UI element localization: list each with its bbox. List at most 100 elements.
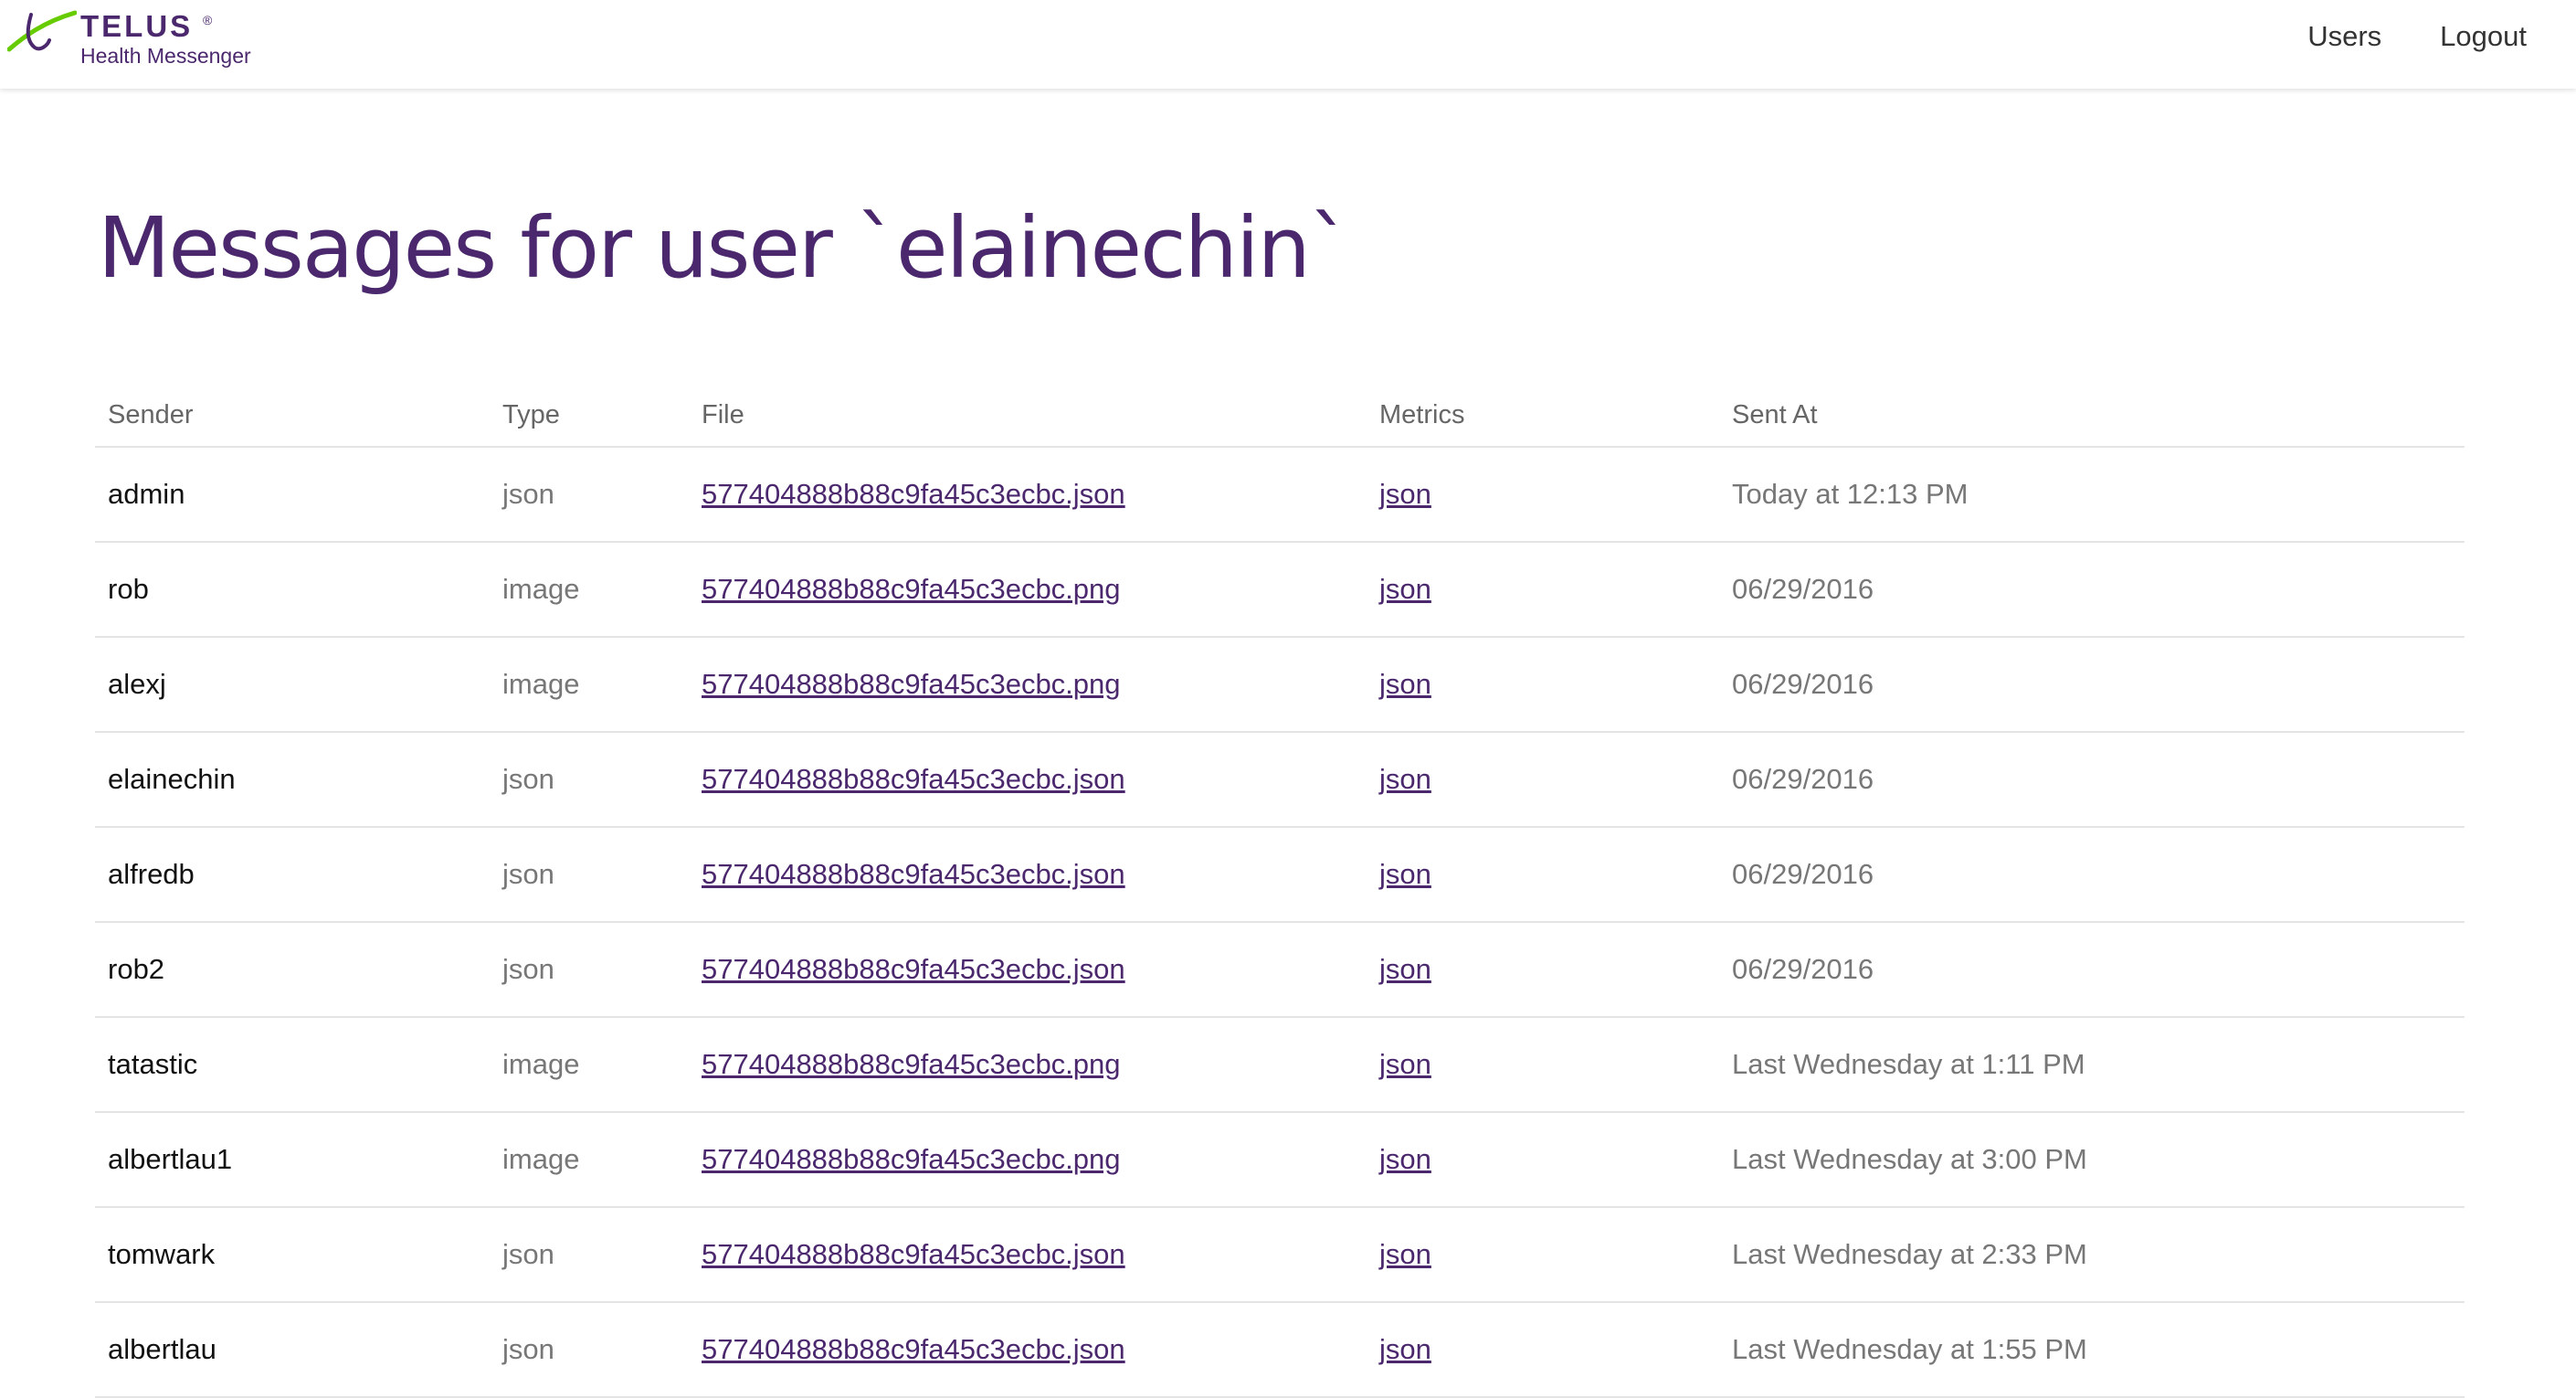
table-cell-sent-at: 06/29/2016 <box>1719 542 2465 638</box>
metrics-json-link[interactable]: json <box>1379 573 1431 605</box>
nav-users-link[interactable]: Users <box>2307 20 2381 53</box>
cell-sent-at: 06/29/2016 <box>1732 573 1874 605</box>
table-cell-type: json <box>490 1302 689 1398</box>
column-header-type: Type <box>490 384 689 448</box>
table-cell-type: json <box>490 827 689 923</box>
table-cell-metrics: json <box>1367 732 1719 828</box>
table-cell-metrics: json <box>1367 922 1719 1018</box>
table-row: alfredb json 577404888b88c9fa45c3ecbc.json… <box>95 827 2465 923</box>
cell-sender: rob <box>108 573 149 605</box>
file-link[interactable]: 577404888b88c9fa45c3ecbc.json <box>702 1238 1125 1270</box>
table-cell-type: image <box>490 637 689 733</box>
top-nav-links: Users Logout <box>2307 20 2527 53</box>
file-link[interactable]: 577404888b88c9fa45c3ecbc.png <box>702 1048 1121 1080</box>
file-link[interactable]: 577404888b88c9fa45c3ecbc.json <box>702 763 1125 795</box>
table-cell-file: 577404888b88c9fa45c3ecbc.png <box>689 1112 1367 1208</box>
table-cell-metrics: json <box>1367 827 1719 923</box>
table-row: admin json 577404888b88c9fa45c3ecbc.json js… <box>95 447 2465 543</box>
table-cell-file: 577404888b88c9fa45c3ecbc.png <box>689 542 1367 638</box>
column-header-sender: Sender <box>95 384 490 448</box>
nav-logout-link[interactable]: Logout <box>2440 20 2527 53</box>
cell-type: json <box>502 478 554 510</box>
column-header-file: File <box>689 384 1367 448</box>
metrics-json-link[interactable]: json <box>1379 1333 1431 1365</box>
table-row: tatastic image 577404888b88c9fa45c3ecbc.pn… <box>95 1017 2465 1113</box>
cell-sender: tatastic <box>108 1048 198 1080</box>
table-cell-type: json <box>490 922 689 1018</box>
file-link[interactable]: 577404888b88c9fa45c3ecbc.png <box>702 1143 1121 1175</box>
metrics-json-link[interactable]: json <box>1379 953 1431 985</box>
cell-sent-at: 06/29/2016 <box>1732 763 1874 795</box>
cell-sender: alexj <box>108 668 166 700</box>
table-cell-metrics: json <box>1367 542 1719 638</box>
table-cell-sent-at: 06/29/2016 <box>1719 922 2465 1018</box>
metrics-json-link[interactable]: json <box>1379 858 1431 890</box>
table-row: albertlau1 image 577404888b88c9fa45c3ecbc.… <box>95 1112 2465 1208</box>
table-cell-sent-at: 06/29/2016 <box>1719 732 2465 828</box>
table-cell-metrics: json <box>1367 1207 1719 1303</box>
table-cell-file: 577404888b88c9fa45c3ecbc.json <box>689 922 1367 1018</box>
table-row: tomwark json 577404888b88c9fa45c3ecbc.json… <box>95 1207 2465 1303</box>
brand-registered-mark: ® <box>203 13 213 27</box>
table-cell-sender: admin <box>95 447 490 543</box>
cell-sent-at: Last Wednesday at 2:33 PM <box>1732 1238 2087 1270</box>
table-cell-type: json <box>490 732 689 828</box>
table-cell-file: 577404888b88c9fa45c3ecbc.png <box>689 637 1367 733</box>
brand-name: TELUS <box>80 9 194 43</box>
table-cell-metrics: json <box>1367 1302 1719 1398</box>
table-cell-file: 577404888b88c9fa45c3ecbc.json <box>689 827 1367 923</box>
metrics-json-link[interactable]: json <box>1379 1143 1431 1175</box>
cell-sender: admin <box>108 478 185 510</box>
metrics-json-link[interactable]: json <box>1379 668 1431 700</box>
cell-sent-at: Today at 12:13 PM <box>1732 478 1969 510</box>
table-cell-metrics: json <box>1367 1017 1719 1113</box>
table-cell-sender: albertlau1 <box>95 1112 490 1208</box>
file-link[interactable]: 577404888b88c9fa45c3ecbc.json <box>702 478 1125 510</box>
table-cell-file: 577404888b88c9fa45c3ecbc.json <box>689 1207 1367 1303</box>
metrics-json-link[interactable]: json <box>1379 1048 1431 1080</box>
file-link[interactable]: 577404888b88c9fa45c3ecbc.json <box>702 858 1125 890</box>
cell-sent-at: Last Wednesday at 3:00 PM <box>1732 1143 2087 1175</box>
table-cell-sent-at: Last Wednesday at 1:11 PM <box>1719 1017 2465 1113</box>
cell-sent-at: 06/29/2016 <box>1732 858 1874 890</box>
messages-table-body: admin json 577404888b88c9fa45c3ecbc.json js… <box>95 447 2465 1398</box>
table-cell-sender: tomwark <box>95 1207 490 1303</box>
page-title: Messages for user `elainechin` <box>98 199 1351 297</box>
telus-logo-icon <box>7 10 77 52</box>
cell-sent-at: 06/29/2016 <box>1732 953 1874 985</box>
cell-type: json <box>502 1333 554 1365</box>
cell-sender: alfredb <box>108 858 195 890</box>
file-link[interactable]: 577404888b88c9fa45c3ecbc.png <box>702 668 1121 700</box>
table-cell-sender: alexj <box>95 637 490 733</box>
cell-type: json <box>502 953 554 985</box>
table-cell-type: json <box>490 1207 689 1303</box>
cell-sent-at: 06/29/2016 <box>1732 668 1874 700</box>
cell-type: json <box>502 763 554 795</box>
table-cell-type: image <box>490 542 689 638</box>
telus-logo[interactable]: TELUS ® Health Messenger <box>7 7 281 71</box>
cell-type: image <box>502 1048 580 1080</box>
file-link[interactable]: 577404888b88c9fa45c3ecbc.json <box>702 1333 1125 1365</box>
table-cell-metrics: json <box>1367 447 1719 543</box>
cell-sent-at: Last Wednesday at 1:11 PM <box>1732 1048 2085 1080</box>
file-link[interactable]: 577404888b88c9fa45c3ecbc.png <box>702 573 1121 605</box>
table-cell-sender: tatastic <box>95 1017 490 1113</box>
metrics-json-link[interactable]: json <box>1379 763 1431 795</box>
cell-sender: tomwark <box>108 1238 216 1270</box>
metrics-json-link[interactable]: json <box>1379 478 1431 510</box>
table-cell-file: 577404888b88c9fa45c3ecbc.png <box>689 1017 1367 1113</box>
table-cell-metrics: json <box>1367 637 1719 733</box>
table-cell-sender: elainechin <box>95 732 490 828</box>
table-cell-sent-at: Last Wednesday at 2:33 PM <box>1719 1207 2465 1303</box>
cell-type: image <box>502 668 580 700</box>
metrics-json-link[interactable]: json <box>1379 1238 1431 1270</box>
table-row: albertlau json 577404888b88c9fa45c3ecbc.js… <box>95 1302 2465 1398</box>
table-cell-sender: albertlau <box>95 1302 490 1398</box>
cell-type: image <box>502 573 580 605</box>
table-row: elainechin json 577404888b88c9fa45c3ecbc.j… <box>95 732 2465 828</box>
table-cell-file: 577404888b88c9fa45c3ecbc.json <box>689 447 1367 543</box>
table-row: rob image 577404888b88c9fa45c3ecbc.png json… <box>95 542 2465 638</box>
table-cell-sender: alfredb <box>95 827 490 923</box>
file-link[interactable]: 577404888b88c9fa45c3ecbc.json <box>702 953 1125 985</box>
table-cell-sent-at: Last Wednesday at 3:00 PM <box>1719 1112 2465 1208</box>
